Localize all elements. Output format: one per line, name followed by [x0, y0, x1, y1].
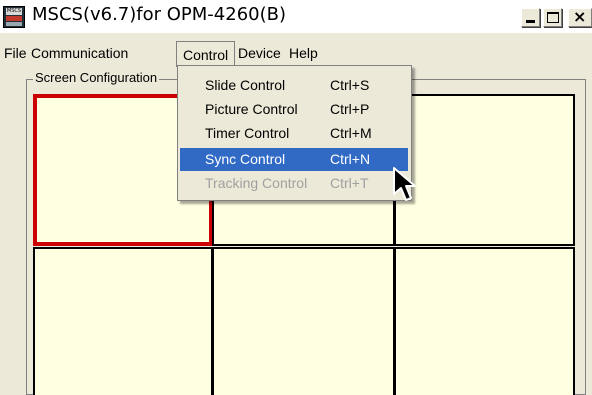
- menu-help[interactable]: Help: [289, 44, 318, 63]
- app-icon-label: MSCS: [6, 8, 22, 15]
- menu-item-label: Sync Control: [205, 151, 286, 167]
- menu-item-label: Slide Control: [205, 77, 286, 93]
- menu-item-shortcut: Ctrl+P: [330, 101, 370, 117]
- screen-cell-5[interactable]: [212, 247, 395, 395]
- close-button[interactable]: ×: [568, 7, 592, 27]
- window-title: MSCS(v6.7)for OPM-4260(B): [32, 4, 286, 25]
- menu-item-timer-control[interactable]: Timer Control Ctrl+M: [180, 122, 408, 145]
- menu-item-label: Tracking Control: [205, 175, 308, 191]
- app-icon[interactable]: MSCS: [3, 6, 25, 28]
- title-bar: MSCS MSCS(v6.7)for OPM-4260(B) ×: [0, 0, 592, 33]
- menu-item-shortcut: Ctrl+S: [330, 77, 370, 93]
- menu-item-slide-control[interactable]: Slide Control Ctrl+S: [180, 74, 408, 97]
- screen-cell-6[interactable]: [394, 247, 575, 395]
- menu-device[interactable]: Device: [238, 44, 281, 63]
- mouse-cursor-icon: [393, 167, 416, 201]
- control-dropdown-menu: Slide Control Ctrl+S Picture Control Ctr…: [177, 65, 412, 201]
- menu-file[interactable]: File: [4, 44, 27, 63]
- minimize-icon: [526, 20, 535, 23]
- screen-configuration-title: Screen Configuration: [33, 70, 160, 85]
- maximize-icon: [547, 12, 559, 23]
- menu-item-sync-control[interactable]: Sync Control Ctrl+N: [180, 148, 408, 171]
- menu-communication[interactable]: Communication: [31, 44, 128, 63]
- menu-item-shortcut: Ctrl+M: [330, 125, 372, 141]
- menu-item-shortcut: Ctrl+T: [330, 175, 369, 191]
- menu-bar: File Communication Control Device Help: [0, 41, 592, 67]
- maximize-button[interactable]: [543, 8, 562, 27]
- minimize-button[interactable]: [521, 8, 540, 27]
- screen-cell-4[interactable]: [33, 247, 213, 395]
- menu-item-label: Picture Control: [205, 101, 298, 117]
- menu-control[interactable]: Control: [176, 41, 236, 67]
- menu-item-shortcut: Ctrl+N: [330, 151, 371, 167]
- menu-item-label: Timer Control: [205, 125, 290, 141]
- close-icon: ×: [573, 7, 587, 26]
- menu-item-picture-control[interactable]: Picture Control Ctrl+P: [180, 98, 408, 121]
- menu-item-tracking-control: Tracking Control Ctrl+T: [180, 172, 408, 195]
